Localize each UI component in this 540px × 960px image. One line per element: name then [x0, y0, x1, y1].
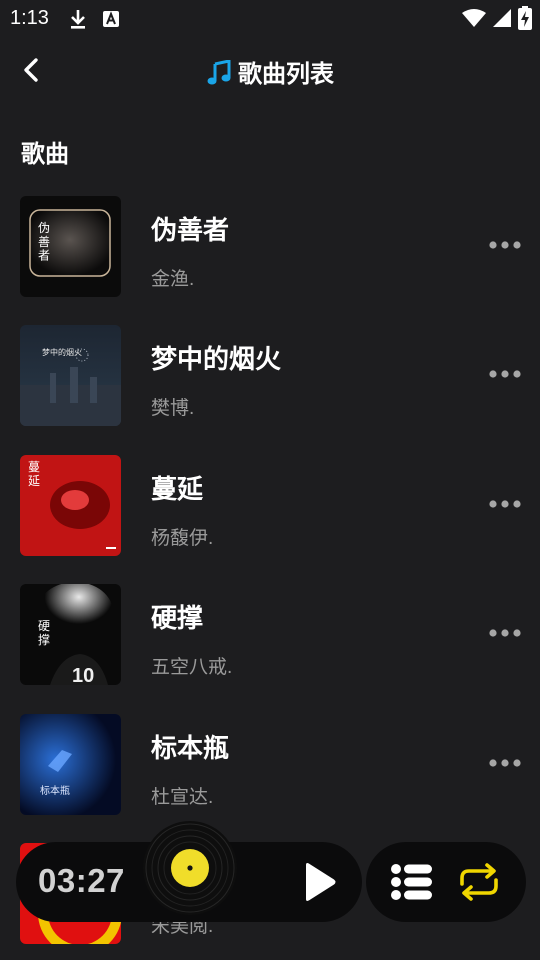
more-icon[interactable]: [488, 236, 522, 254]
wifi-icon: [462, 9, 486, 27]
song-artist: 杜宣达.: [151, 787, 214, 808]
song-artist: 五空八戒.: [151, 657, 233, 678]
playlist-icon[interactable]: [390, 862, 434, 902]
download-icon: [71, 10, 85, 29]
more-icon[interactable]: [488, 754, 522, 772]
status-time: 1:13: [10, 7, 49, 29]
song-title: 硬撑: [151, 603, 204, 633]
music-note-icon: [207, 59, 231, 85]
song-item[interactable]: 蔓延 蔓延 杨馥伊.: [20, 455, 540, 557]
top-bar: 歌曲列表: [0, 40, 540, 100]
album-cover: 蔓延: [20, 455, 121, 556]
more-icon[interactable]: [488, 495, 522, 513]
page-title-text: 歌曲列表: [238, 61, 334, 88]
font-a-icon: [103, 11, 119, 27]
song-artist: 金渔.: [151, 269, 195, 290]
cover-text: 梦中的烟火: [42, 347, 82, 357]
song-title: 伪善者: [151, 215, 230, 245]
more-icon[interactable]: [488, 365, 522, 383]
song-artist: 杨馥伊.: [151, 528, 214, 549]
vinyl-disc-icon[interactable]: [142, 820, 238, 916]
album-cover: 伪善者: [20, 196, 121, 297]
repeat-icon[interactable]: [456, 862, 502, 902]
more-icon[interactable]: [488, 624, 522, 642]
song-artist: 樊博.: [151, 398, 195, 419]
song-item[interactable]: 10 硬撑 硬撑 五空八戒.: [20, 584, 540, 686]
signal-icon: [493, 9, 511, 27]
status-icons: [462, 6, 532, 30]
playback-time: 03:27: [38, 862, 125, 899]
song-item[interactable]: 标本瓶 标本瓶 杜宣达.: [20, 714, 540, 816]
battery-icon: [518, 6, 532, 30]
page-title: 歌曲列表: [0, 54, 540, 89]
section-title: 歌曲: [21, 141, 69, 168]
song-title: 蔓延: [151, 474, 204, 504]
album-cover: 10 硬撑: [20, 584, 121, 685]
song-title: 梦中的烟火: [151, 344, 282, 374]
cover-text: 硬撑: [38, 619, 50, 647]
player-controls: [366, 842, 526, 922]
cover-text: 标本瓶: [40, 784, 70, 797]
album-cover: 标本瓶: [20, 714, 121, 815]
status-bar: 1:13: [0, 0, 540, 36]
svg-text:10: 10: [72, 665, 94, 685]
play-button[interactable]: [296, 860, 340, 904]
song-item[interactable]: 梦中的烟火 梦中的烟火 樊博.: [20, 325, 540, 427]
cover-text: 伪善者: [38, 221, 50, 263]
album-cover: 梦中的烟火: [20, 325, 121, 426]
cover-text: 蔓延: [28, 460, 40, 488]
song-item[interactable]: 伪善者 伪善者 金渔.: [20, 196, 540, 298]
song-title: 标本瓶: [151, 733, 230, 763]
